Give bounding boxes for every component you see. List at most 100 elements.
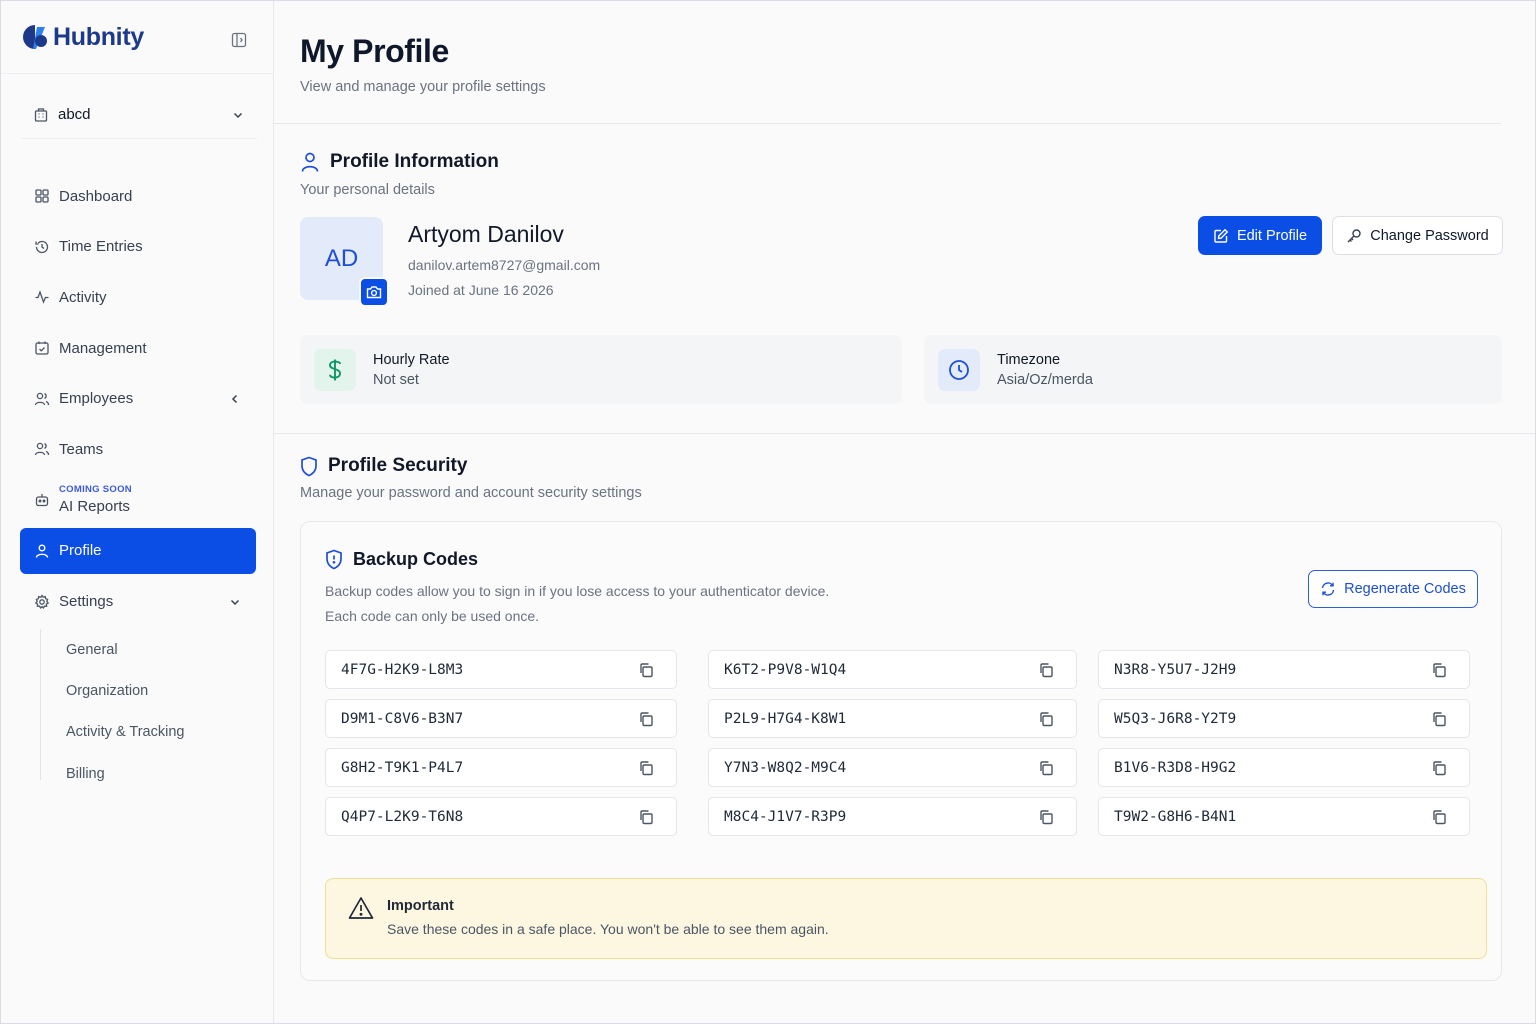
- page-title: My Profile: [300, 33, 449, 69]
- history-icon: [35, 240, 49, 253]
- regenerate-codes-label: Regenerate Codes: [1344, 581, 1466, 597]
- sidebar-item-employees[interactable]: Employees: [20, 376, 256, 422]
- calendar-check-icon: [35, 341, 49, 355]
- timezone-label: Timezone: [997, 351, 1061, 368]
- copy-icon[interactable]: [1038, 760, 1054, 776]
- app-window: Hubnity abcd Dashboard Time Entries Acti…: [0, 0, 1536, 1024]
- sidebar-item-activity[interactable]: Activity: [20, 274, 256, 320]
- shield-icon: [301, 456, 317, 476]
- copy-icon[interactable]: [1038, 711, 1054, 727]
- backup-desc-line-2: Each code can only be used once.: [325, 608, 540, 624]
- sidebar-item-label: Teams: [59, 440, 104, 458]
- edit-icon: [1214, 228, 1229, 243]
- sidebar-item-dashboard[interactable]: Dashboard: [20, 173, 256, 219]
- backup-code-text: T9W2-G8H6-B4N1: [1114, 808, 1237, 825]
- main-content: My Profile View and manage your profile …: [274, 1, 1535, 1023]
- profile-info-header: Profile Information: [300, 151, 499, 173]
- sidebar-item-label: Employees: [59, 390, 134, 408]
- copy-icon[interactable]: [1038, 809, 1054, 825]
- sidebar-item-ai-reports[interactable]: COMING SOON AI Reports: [20, 477, 256, 523]
- camera-icon: [366, 286, 382, 299]
- backup-codes-header: Backup Codes: [325, 549, 478, 570]
- alert-title: Important: [387, 898, 454, 914]
- hourly-rate-label: Hourly Rate: [373, 351, 450, 368]
- timezone-card: Timezone Asia/Oz/merda: [924, 335, 1502, 404]
- chevron-left-icon: [231, 394, 238, 403]
- copy-icon[interactable]: [638, 662, 654, 678]
- sidebar: Hubnity abcd Dashboard Time Entries Acti…: [1, 1, 274, 1023]
- chevron-down-icon: [233, 112, 243, 118]
- sidebar-item-teams[interactable]: Teams: [20, 426, 256, 472]
- hourly-rate-value: Not set: [373, 371, 419, 388]
- brand-name: Hubnity: [53, 22, 144, 51]
- backup-code-item: T9W2-G8H6-B4N1: [1098, 797, 1470, 836]
- copy-icon[interactable]: [1431, 760, 1447, 776]
- user-icon: [301, 152, 319, 172]
- coming-soon-badge: COMING SOON: [59, 484, 132, 496]
- building-icon: [34, 107, 48, 122]
- robot-icon: [35, 494, 49, 507]
- sidebar-item-label: AI Reports: [59, 497, 130, 515]
- workspace-name: abcd: [58, 106, 91, 123]
- alert-text: Save these codes in a safe place. You wo…: [387, 921, 829, 937]
- profile-info-subtitle: Your personal details: [300, 182, 435, 198]
- change-avatar-button[interactable]: [359, 277, 389, 307]
- copy-icon[interactable]: [638, 711, 654, 727]
- profile-security-header: Profile Security: [300, 455, 467, 477]
- backup-code-item: N3R8-Y5U7-J2H9: [1098, 650, 1470, 689]
- user-icon: [35, 544, 49, 558]
- backup-code-item: D9M1-C8V6-B3N7: [325, 699, 677, 738]
- shield-alert-icon: [326, 549, 342, 570]
- backup-desc-line-1: Backup codes allow you to sign in if you…: [325, 583, 830, 599]
- edit-profile-button[interactable]: Edit Profile: [1198, 216, 1322, 255]
- backup-code-text: Y7N3-W8Q2-M9C4: [724, 759, 847, 776]
- copy-icon[interactable]: [1431, 711, 1447, 727]
- users-icon: [34, 392, 50, 405]
- backup-code-text: G8H2-T9K1-P4L7: [341, 759, 464, 776]
- clock-icon: [949, 359, 969, 380]
- profile-security-subtitle: Manage your password and account securit…: [300, 485, 642, 501]
- activity-pulse-icon: [35, 290, 49, 305]
- sidebar-item-label: Profile: [59, 542, 102, 560]
- page-subtitle: View and manage your profile settings: [300, 79, 546, 95]
- refresh-icon: [1321, 582, 1335, 596]
- settings-sub-organization[interactable]: Organization: [40, 670, 256, 711]
- sidebar-item-settings[interactable]: Settings: [20, 579, 256, 625]
- regenerate-codes-button[interactable]: Regenerate Codes: [1308, 570, 1478, 608]
- backup-code-item: G8H2-T9K1-P4L7: [325, 748, 677, 787]
- change-password-button[interactable]: Change Password: [1332, 216, 1503, 255]
- sidebar-item-management[interactable]: Management: [20, 325, 256, 371]
- copy-icon[interactable]: [1038, 662, 1054, 678]
- sidebar-item-profile[interactable]: Profile: [20, 527, 256, 574]
- hourly-rate-card: Hourly Rate Not set: [300, 335, 902, 404]
- copy-icon[interactable]: [638, 760, 654, 776]
- settings-sub-activity-tracking[interactable]: Activity & Tracking: [40, 712, 256, 753]
- user-name: Artyom Danilov: [408, 221, 564, 247]
- sidebar-collapse-icon[interactable]: [231, 32, 247, 48]
- copy-icon[interactable]: [1431, 809, 1447, 825]
- dollar-icon-box: [314, 348, 356, 391]
- change-password-label: Change Password: [1370, 227, 1489, 244]
- important-alert: Important Save these codes in a safe pla…: [325, 878, 1487, 959]
- copy-icon[interactable]: [638, 809, 654, 825]
- backup-code-text: P2L9-H7G4-K8W1: [724, 710, 847, 727]
- sidebar-item-label: Settings: [59, 593, 114, 610]
- backup-code-text: 4F7G-H2K9-L8M3: [341, 661, 464, 678]
- sidebar-item-label: Time Entries: [59, 238, 143, 256]
- workspace-selector[interactable]: abcd: [21, 91, 257, 139]
- backup-code-text: N3R8-Y5U7-J2H9: [1114, 661, 1237, 678]
- profile-security-title: Profile Security: [328, 455, 468, 476]
- backup-code-item: K6T2-P9V8-W1Q4: [708, 650, 1077, 689]
- settings-sub-general[interactable]: General: [40, 629, 256, 670]
- sidebar-item-label: Management: [59, 339, 147, 357]
- backup-code-item: P2L9-H7G4-K8W1: [708, 699, 1077, 738]
- settings-sub-billing[interactable]: Billing: [40, 753, 256, 794]
- dashboard-icon: [35, 189, 49, 203]
- backup-code-item: Y7N3-W8Q2-M9C4: [708, 748, 1077, 787]
- settings-submenu: General Organization Activity & Tracking…: [40, 629, 256, 794]
- copy-icon[interactable]: [1431, 662, 1447, 678]
- timezone-value: Asia/Oz/merda: [997, 371, 1093, 388]
- sidebar-item-time-entries[interactable]: Time Entries: [20, 224, 256, 270]
- backup-code-item: B1V6-R3D8-H9G2: [1098, 748, 1470, 787]
- divider: [274, 123, 1501, 124]
